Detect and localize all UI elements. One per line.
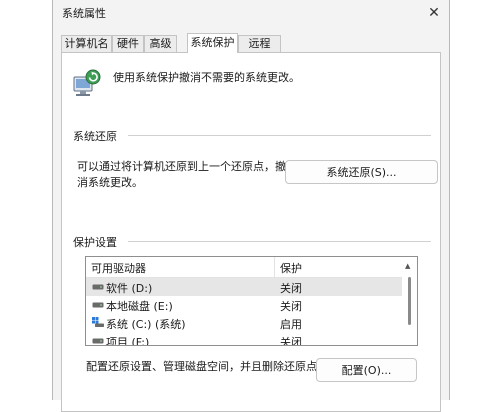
column-separator[interactable] xyxy=(274,257,275,277)
tab-advanced[interactable]: 高级 xyxy=(144,35,177,52)
system-restore-button[interactable]: 系统还原(S)... xyxy=(285,160,438,184)
drive-name: 系统 (C:) (系统) xyxy=(106,318,186,331)
scroll-up-arrow-icon[interactable]: ▲ xyxy=(405,262,410,270)
drive-list[interactable]: 可用驱动器 保护 软件 (D:) 关闭 本地磁盘 (E:) 关闭 系统 (C:)… xyxy=(85,256,418,346)
drive-protection-status: 关闭 xyxy=(280,282,302,295)
system-protection-panel: 使用系统保护撤消不需要的系统更改。 系统还原 可以通过将计算机还原到上一个还原点… xyxy=(61,52,441,412)
config-description: 配置还原设置、管理磁盘空间，并且删除还原点。 xyxy=(86,360,328,373)
drive-row[interactable]: 项目 (F:) 关闭 xyxy=(86,332,402,346)
window-title: 系统属性 xyxy=(62,7,106,20)
restore-group-label: 系统还原 xyxy=(73,130,117,143)
drive-name: 软件 (D:) xyxy=(106,282,153,295)
drive-name: 本地磁盘 (E:) xyxy=(106,300,173,313)
scroll-thumb[interactable] xyxy=(408,277,411,325)
drive-row[interactable]: 本地磁盘 (E:) 关闭 xyxy=(86,296,402,314)
configure-button[interactable]: 配置(O)... xyxy=(316,358,417,382)
restore-group-divider xyxy=(128,135,431,136)
drive-icon xyxy=(92,284,104,290)
column-header-protection[interactable]: 保护 xyxy=(280,260,302,276)
drive-row[interactable]: 软件 (D:) 关闭 xyxy=(86,278,402,296)
drive-name: 项目 (F:) xyxy=(106,336,150,346)
drive-protection-status: 关闭 xyxy=(280,336,302,346)
drive-protection-status: 关闭 xyxy=(280,300,302,313)
intro-text: 使用系统保护撤消不需要的系统更改。 xyxy=(113,71,300,84)
tab-system-protection[interactable]: 系统保护 xyxy=(187,33,238,53)
drive-icon xyxy=(92,338,104,344)
drive-list-scrollbar[interactable]: ▲ xyxy=(402,257,417,345)
system-protection-icon xyxy=(73,69,101,96)
system-properties-window: 系统属性 ✕ 计算机名 硬件 高级 系统保护 远程 使用系统保护撤消不需要的系统… xyxy=(52,0,450,412)
drive-list-header: 可用驱动器 保护 xyxy=(86,257,402,278)
column-header-drive[interactable]: 可用驱动器 xyxy=(91,260,146,276)
restore-description: 可以通过将计算机还原到上一个还原点，撤消系统更改。 xyxy=(77,160,286,189)
tab-remote[interactable]: 远程 xyxy=(238,35,281,52)
drive-icon xyxy=(92,302,104,308)
title-bar: 系统属性 ✕ xyxy=(53,0,449,28)
close-button[interactable]: ✕ xyxy=(419,0,449,26)
tab-computer-name[interactable]: 计算机名 xyxy=(61,35,112,52)
protection-group-divider xyxy=(128,241,431,242)
system-drive-icon xyxy=(92,317,104,327)
protection-group-label: 保护设置 xyxy=(73,236,117,249)
close-icon: ✕ xyxy=(428,5,440,21)
tab-hardware[interactable]: 硬件 xyxy=(112,35,144,52)
drive-protection-status: 启用 xyxy=(280,318,302,331)
drive-row[interactable]: 系统 (C:) (系统) 启用 xyxy=(86,314,402,332)
